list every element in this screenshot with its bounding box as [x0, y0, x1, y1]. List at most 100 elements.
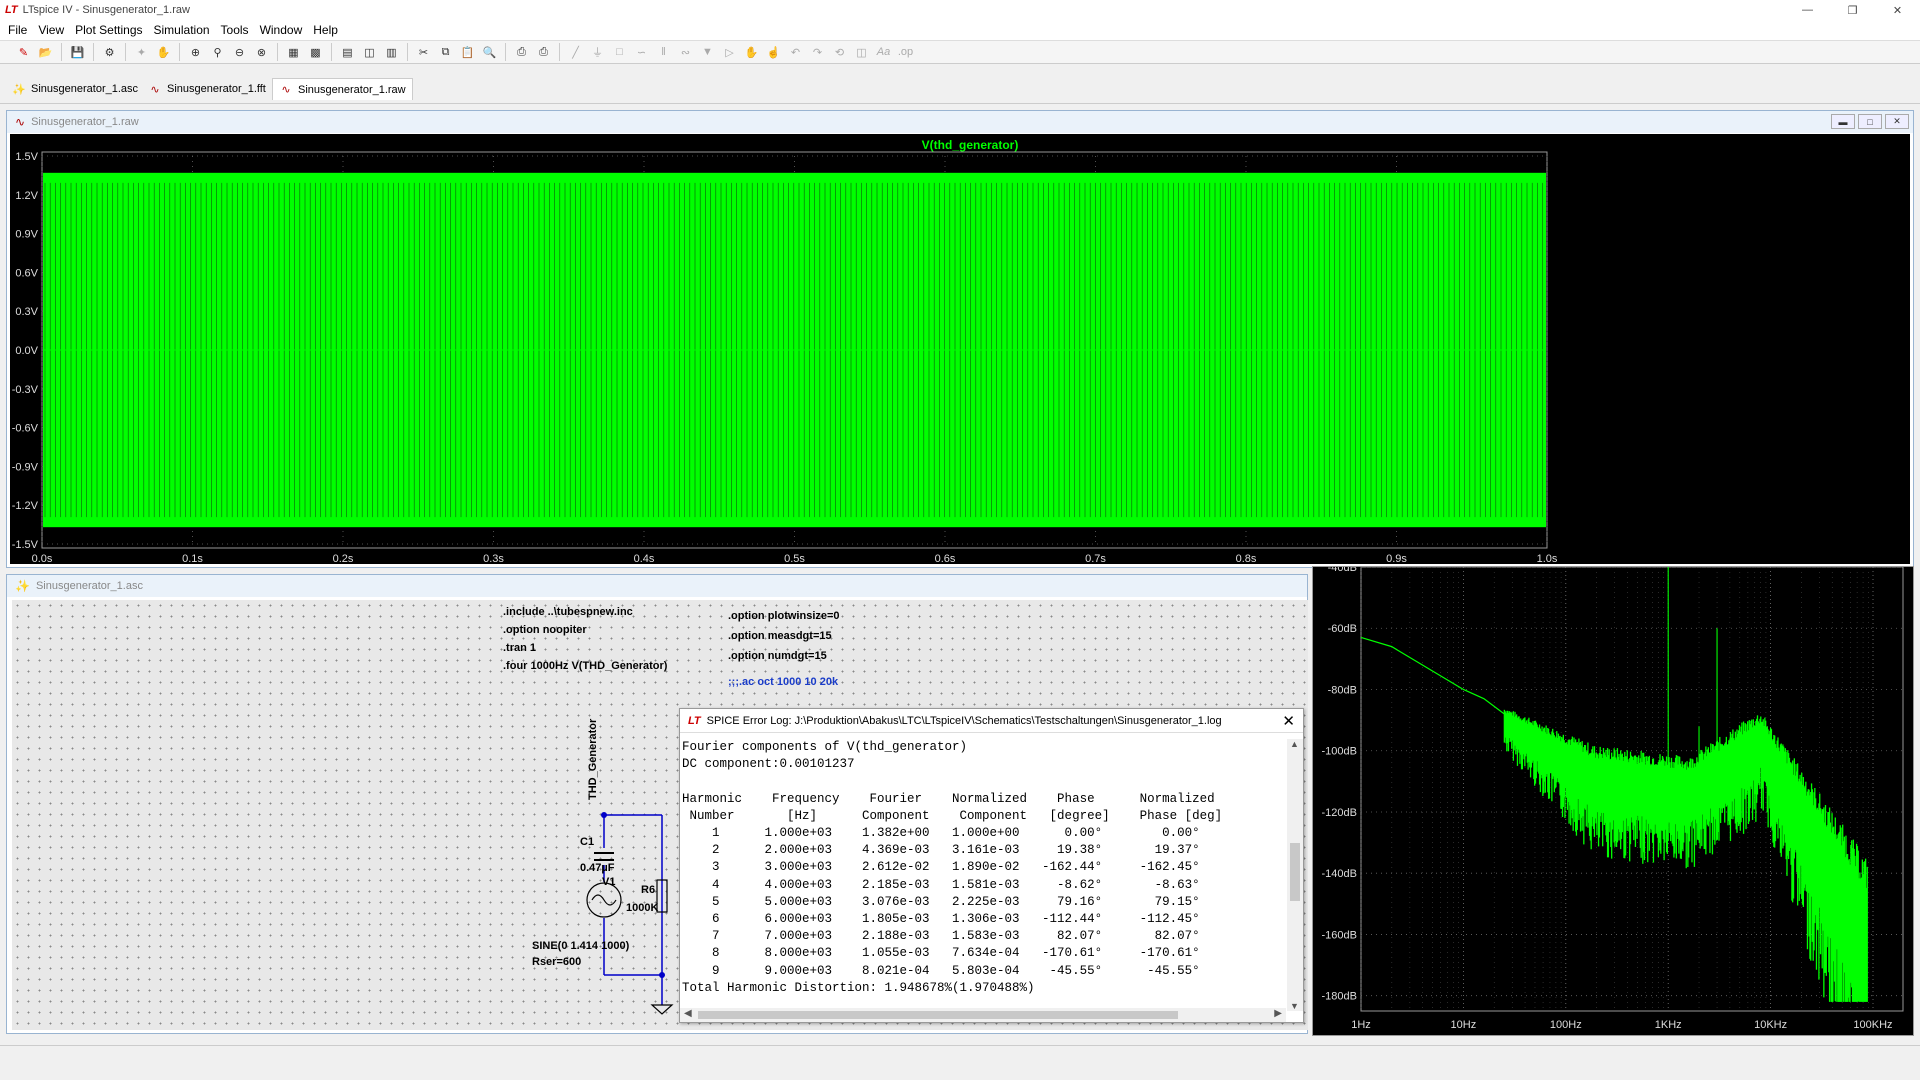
close-icon[interactable]: ✕: [1885, 114, 1909, 129]
close-icon[interactable]: ✕: [1282, 712, 1295, 730]
v1-value[interactable]: SINE(0 1.414 1000): [532, 940, 629, 952]
menu-tools[interactable]: Tools: [217, 23, 256, 37]
cascade-icon[interactable]: ◫: [360, 43, 379, 62]
log-text[interactable]: Fourier components of V(thd_generator) DC…: [680, 739, 1286, 1011]
tab-raw[interactable]: ∿ Sinusgenerator_1.raw: [272, 78, 413, 100]
save-icon[interactable]: 💾: [68, 43, 87, 62]
copy-icon[interactable]: ⧉: [436, 43, 455, 62]
c1-name[interactable]: C1: [580, 836, 594, 848]
schematic-icon: ✨: [12, 83, 26, 96]
log-hscroll-thumb[interactable]: [698, 1011, 1178, 1019]
tab-schematic[interactable]: ✨ Sinusgenerator_1.asc: [6, 78, 144, 100]
x-tick-label: 1.0s: [1537, 553, 1558, 564]
label-net-icon[interactable]: □: [610, 43, 629, 62]
waveform-y-ticks: 1.5V 1.2V 0.9V 0.6V 0.3V 0.0V -0.3V -0.6V -0.9V -…: [12, 151, 39, 551]
menu-file[interactable]: File: [4, 23, 34, 37]
trace-label[interactable]: V(thd_generator): [922, 138, 1019, 152]
v1-rser[interactable]: Rser=600: [532, 956, 581, 968]
waveform-window-header[interactable]: ∿ Sinusgenerator_1.raw: [7, 111, 1913, 133]
y-tick-label: -1.2V: [12, 500, 39, 512]
move-icon[interactable]: ✋: [742, 43, 761, 62]
scroll-down-icon[interactable]: ▼: [1290, 1001, 1299, 1011]
mirror-icon[interactable]: ◫: [852, 43, 871, 62]
menu-plot-settings[interactable]: Plot Settings: [71, 23, 149, 37]
zoom-fit-icon[interactable]: ⊗: [252, 43, 271, 62]
menu-window[interactable]: Window: [256, 23, 310, 37]
new-schematic-icon[interactable]: ✎: [14, 43, 33, 62]
text-icon[interactable]: Aa: [874, 43, 893, 62]
fft-plot[interactable]: -40dB -60dB -80dB -100dB -120dB -140dB -160dB -…: [1312, 562, 1914, 1036]
x-tick-label: 1Hz: [1351, 1019, 1371, 1031]
title-bar: LT LTspice IV - Sinusgenerator_1.raw — ❐…: [0, 0, 1920, 20]
r6-name[interactable]: R6: [641, 884, 655, 896]
maximize-icon[interactable]: □: [1858, 114, 1882, 129]
pan-hand-icon[interactable]: ✋: [154, 43, 173, 62]
log-line: Harmonic Frequency Fourier Normalized Ph…: [682, 791, 1215, 806]
x-tick-label: 1KHz: [1655, 1019, 1682, 1031]
drag-icon[interactable]: ☝: [764, 43, 783, 62]
component-icon[interactable]: ▷: [720, 43, 739, 62]
paste-icon[interactable]: 📋: [458, 43, 477, 62]
close-icon[interactable]: ✕: [1875, 0, 1920, 20]
draw-wire-icon[interactable]: ╱: [566, 43, 585, 62]
tile-horizontal-icon[interactable]: ▤: [338, 43, 357, 62]
print-setup-icon[interactable]: ⎙: [512, 43, 531, 62]
scroll-up-icon[interactable]: ▲: [1290, 739, 1299, 749]
toolbar-separator: [331, 43, 332, 61]
capacitor-icon[interactable]: ‖: [654, 43, 673, 62]
menu-help[interactable]: Help: [309, 23, 345, 37]
net-label[interactable]: THD_Generator: [587, 719, 599, 800]
log-vertical-scrollbar[interactable]: ▲ ▼: [1287, 739, 1303, 1011]
resistor-icon[interactable]: ∽: [632, 43, 651, 62]
autorange-icon[interactable]: ▦: [284, 43, 303, 62]
minimize-icon[interactable]: ▬: [1831, 114, 1855, 129]
undo-icon[interactable]: ↶: [786, 43, 805, 62]
waveform-icon: ∿: [150, 83, 160, 96]
log-horizontal-scrollbar[interactable]: ◀ ▶: [680, 1008, 1286, 1022]
inductor-icon[interactable]: ∾: [676, 43, 695, 62]
run-icon[interactable]: ✦: [132, 43, 151, 62]
redo-icon[interactable]: ↷: [808, 43, 827, 62]
minimize-icon[interactable]: —: [1785, 0, 1830, 20]
ground-icon[interactable]: ⏚: [588, 43, 607, 62]
y-tick-label: 0.0V: [15, 345, 38, 357]
log-line: 6 6.000e+03 1.805e-03 1.306e-03 -112.44°…: [682, 912, 1200, 927]
log-line: 7 7.000e+03 2.188e-03 1.583e-03 82.07° 8…: [682, 929, 1200, 944]
c1-value[interactable]: 0.47µF: [580, 862, 614, 874]
zoom-in-icon[interactable]: ⊕: [186, 43, 205, 62]
log-scroll-thumb[interactable]: [1290, 843, 1300, 901]
tile-vertical-icon[interactable]: ▥: [382, 43, 401, 62]
rotate-icon[interactable]: ⟲: [830, 43, 849, 62]
r6-value[interactable]: 1000K: [626, 902, 658, 914]
x-tick-label: 0.5s: [784, 553, 805, 564]
toolbar-separator: [407, 43, 408, 61]
control-panel-icon[interactable]: ⚙: [100, 43, 119, 62]
find-icon[interactable]: 🔍: [480, 43, 499, 62]
zoom-area-icon[interactable]: ⚲: [208, 43, 227, 62]
spice-directive-icon[interactable]: .op: [896, 43, 915, 62]
waveform-plot-svg: V(thd_generator) 1.5V 1.2V 0.9V 0.6V 0.3V 0.0…: [12, 138, 1558, 565]
scroll-right-icon[interactable]: ▶: [1274, 1008, 1282, 1019]
menu-view[interactable]: View: [34, 23, 71, 37]
scroll-left-icon[interactable]: ◀: [684, 1008, 692, 1019]
diode-icon[interactable]: ▼: [698, 43, 717, 62]
zoom-out-icon[interactable]: ⊖: [230, 43, 249, 62]
v1-name[interactable]: V1: [602, 876, 615, 888]
print-icon[interactable]: ⎙: [534, 43, 553, 62]
menu-simulation[interactable]: Simulation: [150, 23, 217, 37]
open-icon[interactable]: 📂: [36, 43, 55, 62]
status-bar: [0, 1045, 1920, 1080]
log-window-header[interactable]: LT SPICE Error Log: J:\Produktion\Abakus…: [680, 709, 1303, 733]
restore-icon[interactable]: ❐: [1830, 0, 1875, 20]
log-line: Total Harmonic Distortion: 1.948678%(1.9…: [682, 980, 1035, 995]
grid-icon[interactable]: ▩: [306, 43, 325, 62]
y-tick-label: -80dB: [1328, 684, 1357, 696]
tab-fft[interactable]: ∿ Sinusgenerator_1.fft: [142, 78, 272, 100]
x-tick-label: 10Hz: [1451, 1019, 1477, 1031]
schematic-window-header[interactable]: ✨ Sinusgenerator_1.asc: [7, 575, 1307, 597]
cut-icon[interactable]: ✂: [414, 43, 433, 62]
log-line: 8 8.000e+03 1.055e-03 7.634e-04 -170.61°…: [682, 946, 1200, 961]
waveform-plot[interactable]: V(thd_generator) 1.5V 1.2V 0.9V 0.6V 0.3V 0.0…: [10, 134, 1910, 565]
waveform-icon: ∿: [15, 115, 26, 129]
x-tick-label: 0.3s: [483, 553, 504, 564]
